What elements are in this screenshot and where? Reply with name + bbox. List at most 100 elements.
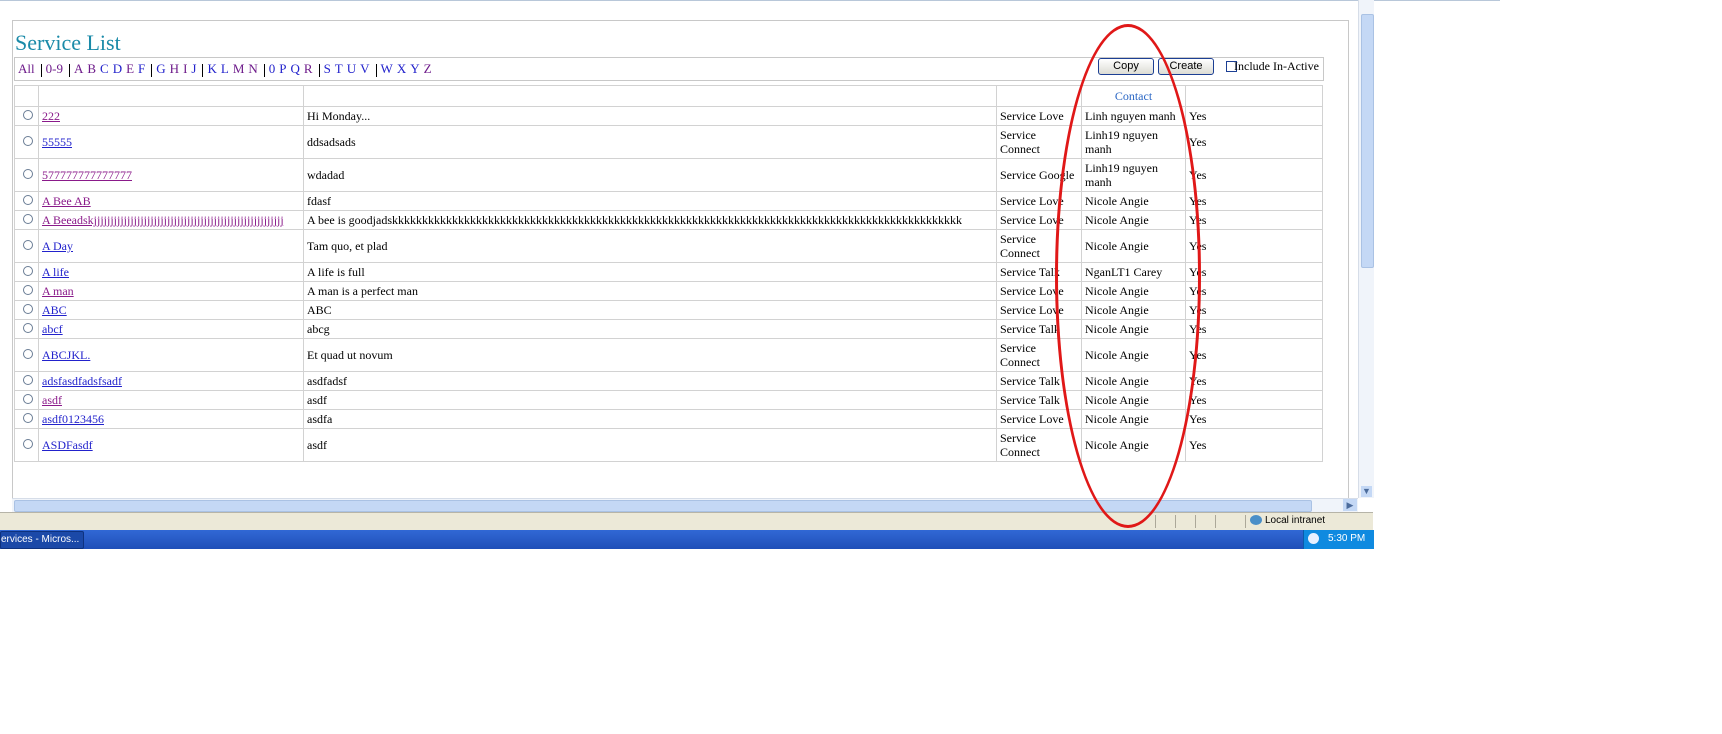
service-name-link[interactable]: A Day: [42, 239, 73, 253]
alphabet-filter-link[interactable]: E: [126, 61, 134, 76]
row-select-radio[interactable]: [23, 110, 33, 120]
service-active-cell: Yes: [1185, 210, 1323, 230]
service-active: Yes: [1189, 374, 1207, 388]
alphabet-filter-link[interactable]: All: [18, 61, 35, 76]
service-name-link-cell: ASDFasdf: [38, 428, 304, 462]
service-name-link[interactable]: ABC: [42, 303, 67, 317]
scroll-down-arrow-icon[interactable]: ▼: [1361, 486, 1372, 497]
table-row: ABCJKL. Et quad ut novum Service Connect Ni…: [14, 338, 1323, 372]
alphabet-filter-link[interactable]: L: [221, 61, 229, 76]
row-select-radio[interactable]: [23, 136, 33, 146]
row-select-radio[interactable]: [23, 349, 33, 359]
alphabet-filter-link[interactable]: W: [381, 61, 393, 76]
scroll-right-arrow-icon[interactable]: ▶: [1343, 499, 1357, 511]
row-select-radio-cell: [14, 229, 39, 263]
service-name-link[interactable]: asdf0123456: [42, 412, 104, 426]
alphabet-filter-link[interactable]: K: [207, 61, 216, 76]
alphabet-filter-link[interactable]: D: [113, 61, 122, 76]
service-active-cell: Yes: [1185, 158, 1323, 192]
service-name-link[interactable]: ABCJKL.: [42, 348, 90, 362]
row-select-radio[interactable]: [23, 323, 33, 333]
vertical-scrollbar[interactable]: ▼: [1358, 0, 1374, 498]
service-name-link-cell: A man: [38, 281, 304, 301]
service-name-link[interactable]: 577777777777777: [42, 168, 132, 182]
service-active: Yes: [1189, 393, 1207, 407]
row-select-radio-cell: [14, 210, 39, 230]
row-select-radio[interactable]: [23, 304, 33, 314]
alphabet-filter-link[interactable]: F: [138, 61, 145, 76]
service-active: Yes: [1189, 322, 1207, 336]
service-name-link[interactable]: adsfasdfadsfsadf: [42, 374, 122, 388]
row-select-radio[interactable]: [23, 214, 33, 224]
alphabet-filter-link[interactable]: X: [397, 61, 406, 76]
alphabet-filter-link[interactable]: N: [248, 61, 257, 76]
alphabet-filter-link[interactable]: I: [183, 61, 187, 76]
service-contact-cell: NganLT1 Carey: [1081, 262, 1186, 282]
alphabet-filter-link[interactable]: A: [74, 61, 83, 76]
service-active: Yes: [1189, 265, 1207, 279]
service-name-link[interactable]: A Bee AB: [42, 194, 91, 208]
service-name-link[interactable]: 222: [42, 109, 60, 123]
service-name-link[interactable]: A Beeadskjjjjjjjjjjjjjjjjjjjjjjjjjjjjjjj…: [42, 213, 284, 227]
row-select-radio[interactable]: [23, 195, 33, 205]
service-contact-cell: Nicole Angie: [1081, 210, 1186, 230]
create-button[interactable]: Create: [1158, 58, 1214, 75]
alphabet-filter-link[interactable]: Z: [424, 61, 432, 76]
service-type: Service Connect: [1000, 341, 1040, 369]
row-select-radio[interactable]: [23, 439, 33, 449]
row-select-radio[interactable]: [23, 169, 33, 179]
header-contact[interactable]: Contact: [1081, 85, 1186, 107]
alphabet-filter-link[interactable]: V: [360, 61, 369, 76]
row-select-radio[interactable]: [23, 413, 33, 423]
page-title: Service List: [15, 30, 121, 55]
service-name-link[interactable]: 55555: [42, 135, 72, 149]
row-select-radio-cell: [14, 338, 39, 372]
alphabet-filter-link[interactable]: 0-9: [46, 61, 63, 76]
row-select-radio[interactable]: [23, 266, 33, 276]
alphabet-filter-link[interactable]: R: [304, 61, 313, 76]
service-name-link[interactable]: A life: [42, 265, 69, 279]
service-contact-cell: Nicole Angie: [1081, 428, 1186, 462]
service-name-link[interactable]: ASDFasdf: [42, 438, 93, 452]
tray-network-icon[interactable]: [1308, 533, 1319, 544]
alphabet-filter-link[interactable]: H: [170, 61, 179, 76]
alphabet-filter-link[interactable]: M: [233, 61, 245, 76]
horizontal-scroll-thumb[interactable]: [14, 500, 1312, 512]
alphabet-filter-link[interactable]: S: [324, 61, 331, 76]
horizontal-scrollbar[interactable]: ▶: [12, 498, 1358, 512]
row-select-radio[interactable]: [23, 375, 33, 385]
service-active-cell: Yes: [1185, 390, 1323, 410]
alphabet-filter-link[interactable]: J: [191, 61, 196, 76]
alphabet-filter-link[interactable]: G: [156, 61, 165, 76]
alphabet-filter-link[interactable]: Y: [410, 61, 419, 76]
service-contact: Nicole Angie: [1085, 284, 1149, 298]
service-name-link[interactable]: A man: [42, 284, 74, 298]
service-contact: Nicole Angie: [1085, 213, 1149, 227]
service-active-cell: Yes: [1185, 191, 1323, 211]
service-description: A life is full: [307, 265, 365, 279]
status-bar: Local intranet: [0, 512, 1373, 530]
alphabet-separator: [318, 63, 320, 77]
service-type: Service Talk: [1000, 374, 1060, 388]
vertical-scroll-thumb[interactable]: [1361, 14, 1374, 268]
service-name-link[interactable]: abcf: [42, 322, 63, 336]
taskbar-window-button[interactable]: ervices - Micros...: [0, 531, 84, 549]
row-select-radio[interactable]: [23, 394, 33, 404]
service-name-link-cell: abcf: [38, 319, 304, 339]
service-contact: Nicole Angie: [1085, 374, 1149, 388]
alphabet-filter-link[interactable]: T: [335, 61, 343, 76]
row-select-radio[interactable]: [23, 240, 33, 250]
alphabet-filter-link[interactable]: U: [347, 61, 356, 76]
alphabet-filter-link[interactable]: 0: [269, 61, 276, 76]
alphabet-filter-link[interactable]: B: [87, 61, 96, 76]
alphabet-filter-link[interactable]: C: [100, 61, 109, 76]
copy-button[interactable]: Copy: [1098, 58, 1154, 75]
row-select-radio[interactable]: [23, 285, 33, 295]
alphabet-filter-link[interactable]: Q: [291, 61, 300, 76]
alphabet-filter-link[interactable]: P: [279, 61, 286, 76]
service-contact: Nicole Angie: [1085, 239, 1149, 253]
service-type: Service Love: [1000, 412, 1064, 426]
service-description-cell: wdadad: [303, 158, 997, 192]
service-active: Yes: [1189, 109, 1207, 123]
service-name-link[interactable]: asdf: [42, 393, 62, 407]
